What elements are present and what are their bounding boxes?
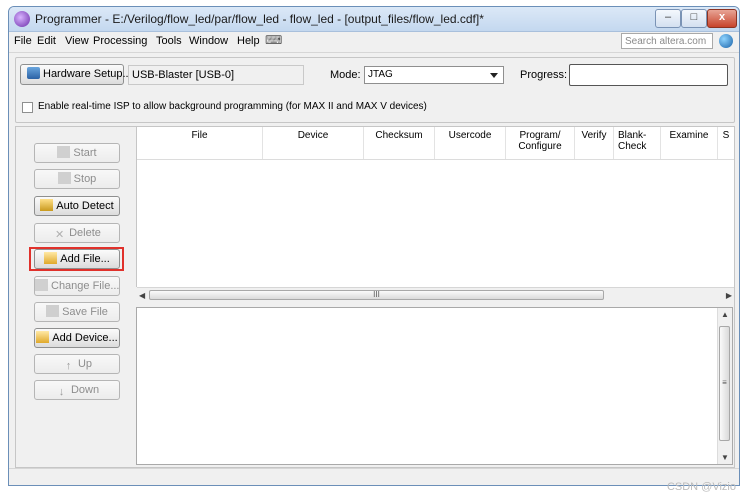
device-table[interactable]: File Device Checksum Usercode Program/Co…	[136, 127, 734, 303]
hardware-setup-label: Hardware Setup...	[43, 68, 132, 80]
up-arrow-icon: ↑	[65, 360, 72, 372]
save-file-button[interactable]: Save File	[34, 302, 120, 322]
add-device-label: Add Device...	[52, 332, 118, 344]
delete-label: Delete	[69, 227, 101, 239]
menu-window[interactable]: Window	[189, 35, 228, 47]
menu-help[interactable]: Help	[237, 35, 260, 47]
change-file-button[interactable]: Change File...	[34, 276, 120, 296]
column-examine[interactable]: Examine	[661, 130, 717, 141]
scroll-down-icon[interactable]: ▼	[721, 453, 729, 462]
save-file-label: Save File	[62, 306, 108, 318]
add-file-highlight	[29, 247, 124, 271]
globe-icon[interactable]	[719, 34, 733, 48]
down-arrow-icon: ↓	[58, 386, 65, 398]
column-device[interactable]: Device	[263, 130, 363, 141]
menu-processing[interactable]: Processing	[93, 35, 147, 47]
mode-select[interactable]: JTAG	[364, 66, 504, 84]
title-bar[interactable]: Programmer - E:/Verilog/flow_led/par/flo…	[9, 7, 739, 32]
menu-edit[interactable]: Edit	[37, 35, 56, 47]
programmer-window: Programmer - E:/Verilog/flow_led/par/flo…	[8, 6, 740, 486]
hardware-panel: Hardware Setup... USB-Blaster [USB-0] Mo…	[15, 57, 735, 123]
menu-file[interactable]: File	[14, 35, 32, 47]
menu-bar: File Edit View Processing Tools Window H…	[9, 32, 739, 53]
horizontal-scrollbar[interactable]: ◀ III ▶	[137, 287, 734, 303]
maximize-button[interactable]: □	[681, 9, 707, 28]
column-file[interactable]: File	[137, 130, 262, 141]
progress-label: Progress:	[520, 69, 568, 81]
isp-checkbox[interactable]	[22, 102, 33, 113]
table-header: File Device Checksum Usercode Program/Co…	[137, 127, 734, 160]
mode-value: JTAG	[368, 69, 393, 80]
down-button[interactable]: ↓ Down	[34, 380, 120, 400]
window-title: Programmer - E:/Verilog/flow_led/par/flo…	[35, 12, 484, 26]
close-button[interactable]: x	[707, 9, 737, 28]
column-verify[interactable]: Verify	[575, 130, 613, 141]
column-usercode[interactable]: Usercode	[435, 130, 505, 141]
mode-label: Mode:	[330, 69, 361, 81]
scroll-up-icon[interactable]: ▲	[721, 310, 729, 319]
progress-bar	[569, 64, 728, 86]
scroll-left-icon[interactable]: ◀	[139, 291, 145, 300]
delete-icon: ✕	[54, 229, 65, 241]
add-device-button[interactable]: Add Device...	[34, 328, 120, 348]
programmer-app-icon	[14, 11, 30, 27]
watermark: CSDN @Vizio	[666, 481, 736, 493]
minimize-button[interactable]: –	[655, 9, 681, 28]
stop-icon	[57, 172, 71, 184]
up-label: Up	[77, 358, 93, 370]
start-button[interactable]: Start	[34, 143, 120, 163]
main-area: Start Stop Auto Detect ✕ Delete Add File.…	[15, 126, 735, 468]
auto-detect-button[interactable]: Auto Detect	[34, 196, 120, 216]
change-file-label: Change File...	[51, 280, 120, 292]
start-icon	[57, 146, 71, 158]
menu-view[interactable]: View	[65, 35, 89, 47]
auto-detect-icon	[40, 199, 54, 211]
hardware-device-field: USB-Blaster [USB-0]	[128, 65, 304, 85]
add-device-icon	[36, 331, 50, 343]
stop-button[interactable]: Stop	[34, 169, 120, 189]
start-label: Start	[73, 147, 97, 159]
column-checksum[interactable]: Checksum	[364, 130, 434, 141]
change-file-icon	[35, 279, 48, 291]
horizontal-scroll-thumb[interactable]: III	[149, 290, 604, 300]
auto-detect-label: Auto Detect	[56, 200, 114, 212]
hardware-setup-button[interactable]: Hardware Setup...	[20, 64, 132, 85]
up-button[interactable]: ↑ Up	[34, 354, 120, 374]
chevron-down-icon	[490, 73, 498, 78]
down-label: Down	[70, 384, 100, 396]
stop-label: Stop	[73, 173, 97, 185]
column-blank-check[interactable]: Blank- Check	[614, 130, 662, 152]
search-input[interactable]: Search altera.com	[621, 33, 713, 49]
vertical-scroll-thumb[interactable]: ≡	[719, 326, 730, 441]
vertical-scrollbar[interactable]: ▲ ≡ ▼	[717, 308, 732, 464]
column-security[interactable]: S	[721, 130, 731, 141]
message-pane[interactable]: ▲ ≡ ▼	[136, 307, 733, 465]
save-icon	[46, 305, 60, 317]
isp-label: Enable real-time ISP to allow background…	[38, 101, 427, 112]
scroll-right-icon[interactable]: ▶	[726, 291, 732, 300]
hardware-icon	[27, 67, 40, 79]
message-icon[interactable]: ⌨	[265, 33, 282, 47]
menu-tools[interactable]: Tools	[156, 35, 182, 47]
delete-button[interactable]: ✕ Delete	[34, 223, 120, 243]
status-bar	[9, 468, 739, 485]
column-program-configure[interactable]: Program/Configure	[506, 130, 574, 152]
